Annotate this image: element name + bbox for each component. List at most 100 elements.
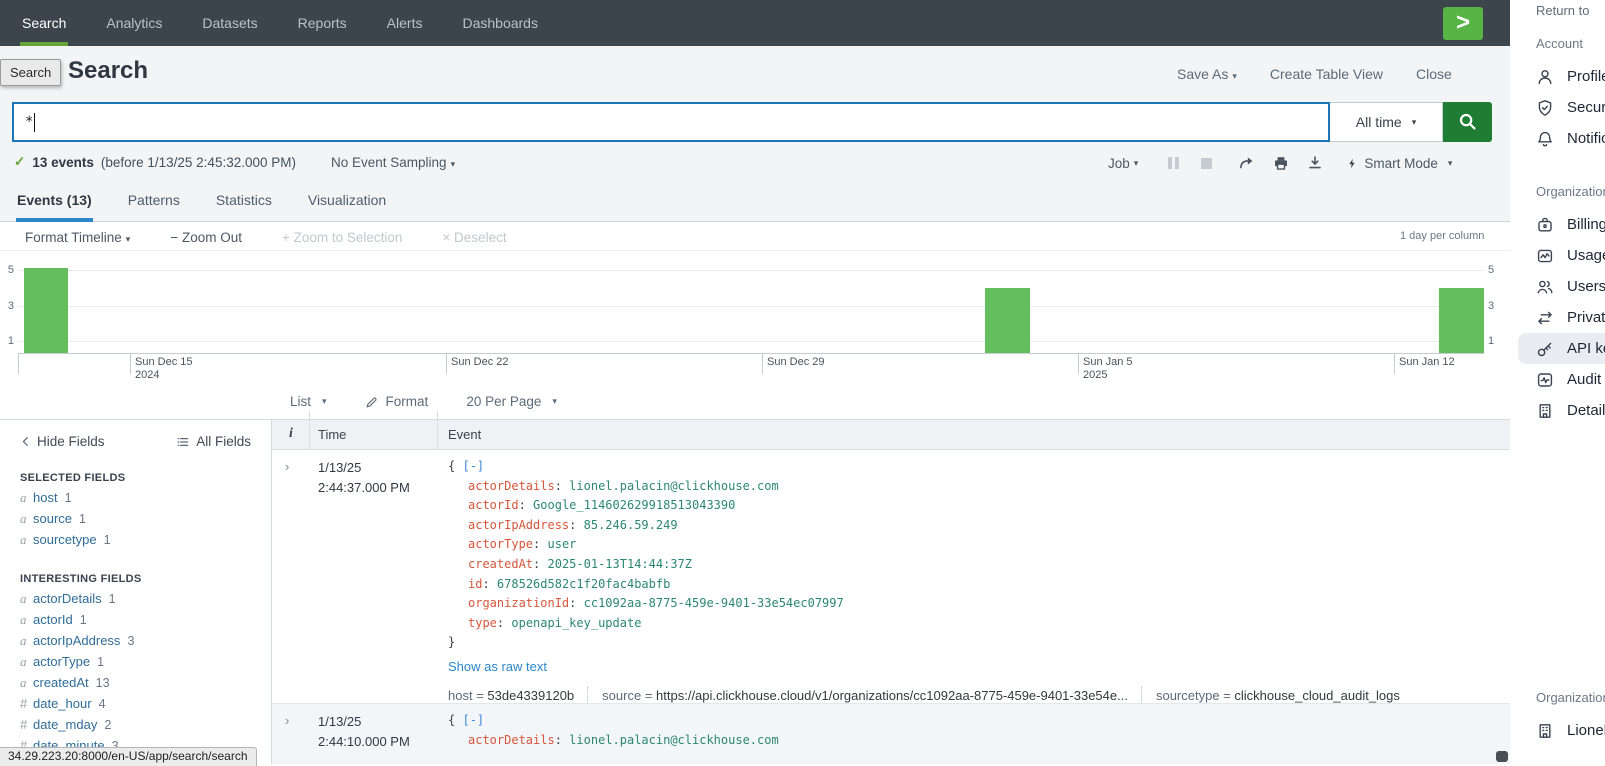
json-value[interactable]: 2025-01-13T14:44:37Z [548, 557, 693, 571]
field-name[interactable]: source [33, 512, 72, 526]
field-name[interactable]: createdAt [33, 676, 89, 690]
per-page-dropdown[interactable]: 20 Per Page▾ [466, 394, 557, 409]
field-item-actorIpAddress[interactable]: aactorIpAddress3 [20, 634, 251, 648]
timeline-bar[interactable] [985, 288, 1030, 353]
nav-item-datasets[interactable]: Datasets [200, 0, 259, 46]
search-button[interactable] [1443, 102, 1492, 142]
zoom-out-button[interactable]: − Zoom Out [170, 230, 242, 245]
event-sampling-dropdown[interactable]: No Event Sampling▾ [331, 155, 455, 170]
nav-item-analytics[interactable]: Analytics [104, 0, 164, 46]
save-as-button[interactable]: Save As▾ [1177, 66, 1237, 82]
cloud-item-usage[interactable]: Usage [1518, 240, 1605, 271]
cloud-item-api-keys[interactable]: API keys [1518, 333, 1605, 364]
meta-value[interactable]: clickhouse_cloud_audit_logs [1234, 688, 1400, 703]
field-item-host[interactable]: ahost1 [20, 491, 251, 505]
json-key[interactable]: actorType [468, 537, 533, 551]
cloud-item-notifications[interactable]: Notifications [1518, 123, 1605, 154]
json-value[interactable]: lionel.palacin@clickhouse.com [569, 479, 779, 493]
field-item-actorDetails[interactable]: aactorDetails1 [20, 592, 251, 606]
field-name[interactable]: actorIpAddress [33, 634, 120, 648]
json-key[interactable]: createdAt [468, 557, 533, 571]
nav-item-dashboards[interactable]: Dashboards [460, 0, 540, 46]
field-item-actorType[interactable]: aactorType1 [20, 655, 251, 669]
create-table-view-button[interactable]: Create Table View [1270, 66, 1383, 82]
export-icon[interactable] [1306, 154, 1324, 172]
format-timeline-dropdown[interactable]: Format Timeline▾ [25, 230, 130, 245]
cloud-item-billing[interactable]: Billing [1518, 209, 1605, 240]
return-to-link[interactable]: Return to [1536, 3, 1589, 18]
json-value[interactable]: openapi_key_update [511, 616, 641, 630]
field-name[interactable]: actorDetails [33, 592, 102, 606]
all-fields-button[interactable]: All Fields [176, 434, 251, 449]
splunk-logo[interactable]: > [1443, 7, 1483, 40]
nav-item-search[interactable]: Search [20, 0, 68, 46]
time-range-picker[interactable]: All time ▾ [1330, 102, 1443, 142]
event-row: ›1/13/252:44:10.000 PM{ [-]actorDetails:… [272, 703, 1510, 764]
field-item-actorId[interactable]: aactorId1 [20, 613, 251, 627]
print-icon[interactable] [1272, 154, 1290, 172]
nav-item-reports[interactable]: Reports [296, 0, 349, 46]
cloud-item-details[interactable]: Details [1518, 395, 1605, 426]
deselect-button[interactable]: × Deselect [442, 230, 506, 245]
cloud-item-profile[interactable]: Profile [1518, 61, 1605, 92]
cloud-item-lionel[interactable]: Lionel [1518, 715, 1605, 746]
meta-value[interactable]: https://api.clickhouse.cloud/v1/organiza… [656, 688, 1128, 703]
zoom-to-selection-button[interactable]: + Zoom to Selection [282, 230, 402, 245]
field-item-sourcetype[interactable]: asourcetype1 [20, 533, 251, 547]
field-name[interactable]: date_hour [33, 697, 92, 711]
show-raw-text-link[interactable]: Show as raw text [448, 657, 1400, 677]
field-name[interactable]: host [33, 491, 58, 505]
list-view-dropdown[interactable]: List▾ [290, 394, 327, 409]
event-clock: 2:44:37.000 PM [318, 478, 410, 498]
close-button[interactable]: Close [1416, 66, 1452, 82]
json-collapse-toggle[interactable]: [-] [462, 459, 484, 473]
json-key[interactable]: actorDetails [468, 479, 555, 493]
format-results-button[interactable]: Format [365, 394, 429, 409]
cloud-item-private-endpoints[interactable]: Private endpoints [1518, 302, 1605, 333]
meta-value[interactable]: 53de4339120b [487, 688, 574, 703]
field-name[interactable]: date_mday [33, 718, 97, 732]
json-key[interactable]: type [468, 616, 497, 630]
json-key[interactable]: organizationId [468, 596, 569, 610]
field-item-date_mday[interactable]: #date_mday2 [20, 718, 251, 732]
json-value[interactable]: Google_114602629918513043390 [533, 498, 735, 512]
json-key[interactable]: actorId [468, 498, 519, 512]
expand-event-icon[interactable]: › [285, 459, 289, 474]
cloud-item-security[interactable]: Security [1518, 92, 1605, 123]
tab-patterns[interactable]: Patterns [127, 182, 181, 222]
pause-icon[interactable] [1168, 157, 1179, 169]
cloud-item-users[interactable]: Users [1518, 271, 1605, 302]
search-input[interactable]: * [12, 102, 1330, 142]
share-icon[interactable] [1238, 154, 1256, 172]
job-menu-button[interactable]: Job▾ [1108, 156, 1138, 171]
cloud-item-audit-logs[interactable]: Audit logs [1518, 364, 1605, 395]
field-name[interactable]: sourcetype [33, 533, 97, 547]
hide-fields-button[interactable]: Hide Fields [20, 434, 105, 449]
field-name[interactable]: actorId [33, 613, 73, 627]
json-collapse-toggle[interactable]: [-] [462, 713, 484, 727]
json-value[interactable]: cc1092aa-8775-459e-9401-33e54ec07997 [584, 596, 844, 610]
expand-event-icon[interactable]: › [285, 713, 289, 728]
json-key[interactable]: actorIpAddress [468, 518, 569, 532]
field-item-source[interactable]: asource1 [20, 512, 251, 526]
field-name[interactable]: actorType [33, 655, 90, 669]
field-item-createdAt[interactable]: acreatedAt13 [20, 676, 251, 690]
tab-visualization[interactable]: Visualization [307, 182, 387, 222]
json-value[interactable]: user [548, 537, 577, 551]
field-item-date_hour[interactable]: #date_hour4 [20, 697, 251, 711]
smart-mode-button[interactable]: Smart Mode ▾ [1346, 156, 1452, 171]
x-axis-label: Sun Jan 12 [1399, 356, 1455, 369]
json-value[interactable]: 678526d582c1f20fac4babfb [497, 577, 670, 591]
tab-events-13-[interactable]: Events (13) [16, 182, 93, 222]
stop-icon[interactable] [1201, 158, 1212, 169]
json-value[interactable]: lionel.palacin@clickhouse.com [569, 733, 779, 747]
json-key[interactable]: actorDetails [468, 733, 555, 747]
scrollbar-thumb[interactable] [1496, 751, 1508, 762]
tab-statistics[interactable]: Statistics [215, 182, 273, 222]
json-key[interactable]: id [468, 577, 482, 591]
timeline-bar[interactable] [24, 268, 68, 353]
timeline-bar[interactable] [1439, 288, 1484, 353]
json-value[interactable]: 85.246.59.249 [584, 518, 678, 532]
nav-item-alerts[interactable]: Alerts [385, 0, 425, 46]
event-timeline-chart: 553311Sun Dec 152024Sun Dec 22Sun Dec 29… [0, 250, 1510, 385]
